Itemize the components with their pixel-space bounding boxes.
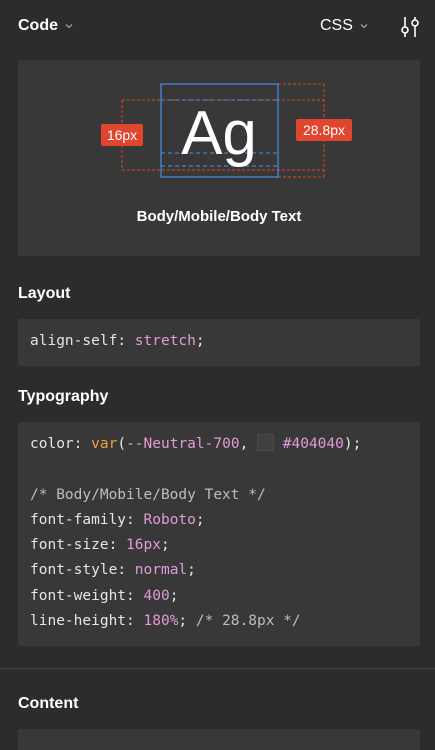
content-section-title: Content <box>18 695 79 712</box>
css-value: normal <box>134 562 188 579</box>
color-hex: #404040 <box>282 436 344 452</box>
css-value: Roboto <box>143 511 196 528</box>
css-value: stretch <box>134 333 196 349</box>
line-height-badge-label: 28.8px <box>303 122 345 138</box>
css-function: var <box>91 436 118 452</box>
style-comment: /* Body/Mobile/Body Text */ <box>30 486 266 503</box>
language-label: CSS <box>320 17 353 34</box>
css-variable: --Neutral-700 <box>126 436 240 452</box>
css-value: 16px <box>126 537 161 554</box>
chevron-down-icon <box>65 24 73 29</box>
text-metrics-diagram: Ag 16px 28.8px <box>101 83 352 178</box>
css-property: color <box>30 436 74 452</box>
font-size-badge-label: 16px <box>107 127 137 143</box>
layout-section-title: Layout <box>18 285 71 302</box>
content-code-block[interactable] <box>18 729 420 750</box>
css-value: 400 <box>143 587 170 604</box>
text-style-name: Body/Mobile/Body Text <box>136 208 302 225</box>
layout-code-block[interactable]: align-self: stretch; <box>18 319 420 366</box>
css-property: line-height <box>30 613 127 630</box>
css-property: font-weight <box>30 587 127 604</box>
top-bar: Code CSS <box>0 0 435 54</box>
css-property: align-self <box>30 333 118 349</box>
css-property: font-size <box>30 537 109 554</box>
typography-preview: Ag 16px 28.8px Body/Mobile/Body Text <box>18 60 420 256</box>
css-value: 180% <box>143 613 179 630</box>
code-panel-dropdown[interactable]: Code <box>18 17 74 35</box>
color-swatch <box>257 434 275 451</box>
chevron-down-icon <box>360 24 368 29</box>
typography-section-title: Typography <box>18 388 109 405</box>
line-height-comment: /* 28.8px */ <box>195 613 301 630</box>
language-select[interactable]: CSS <box>320 17 369 35</box>
sample-glyphs: Ag <box>181 99 257 168</box>
css-property: font-family <box>30 511 127 528</box>
section-divider <box>0 668 435 669</box>
css-property: font-style <box>30 562 118 579</box>
code-title-label: Code <box>18 17 58 34</box>
settings-sliders-icon[interactable] <box>398 14 422 40</box>
typography-code-block[interactable]: color: var(--Neutral-700, #404040); /* B… <box>18 422 420 646</box>
